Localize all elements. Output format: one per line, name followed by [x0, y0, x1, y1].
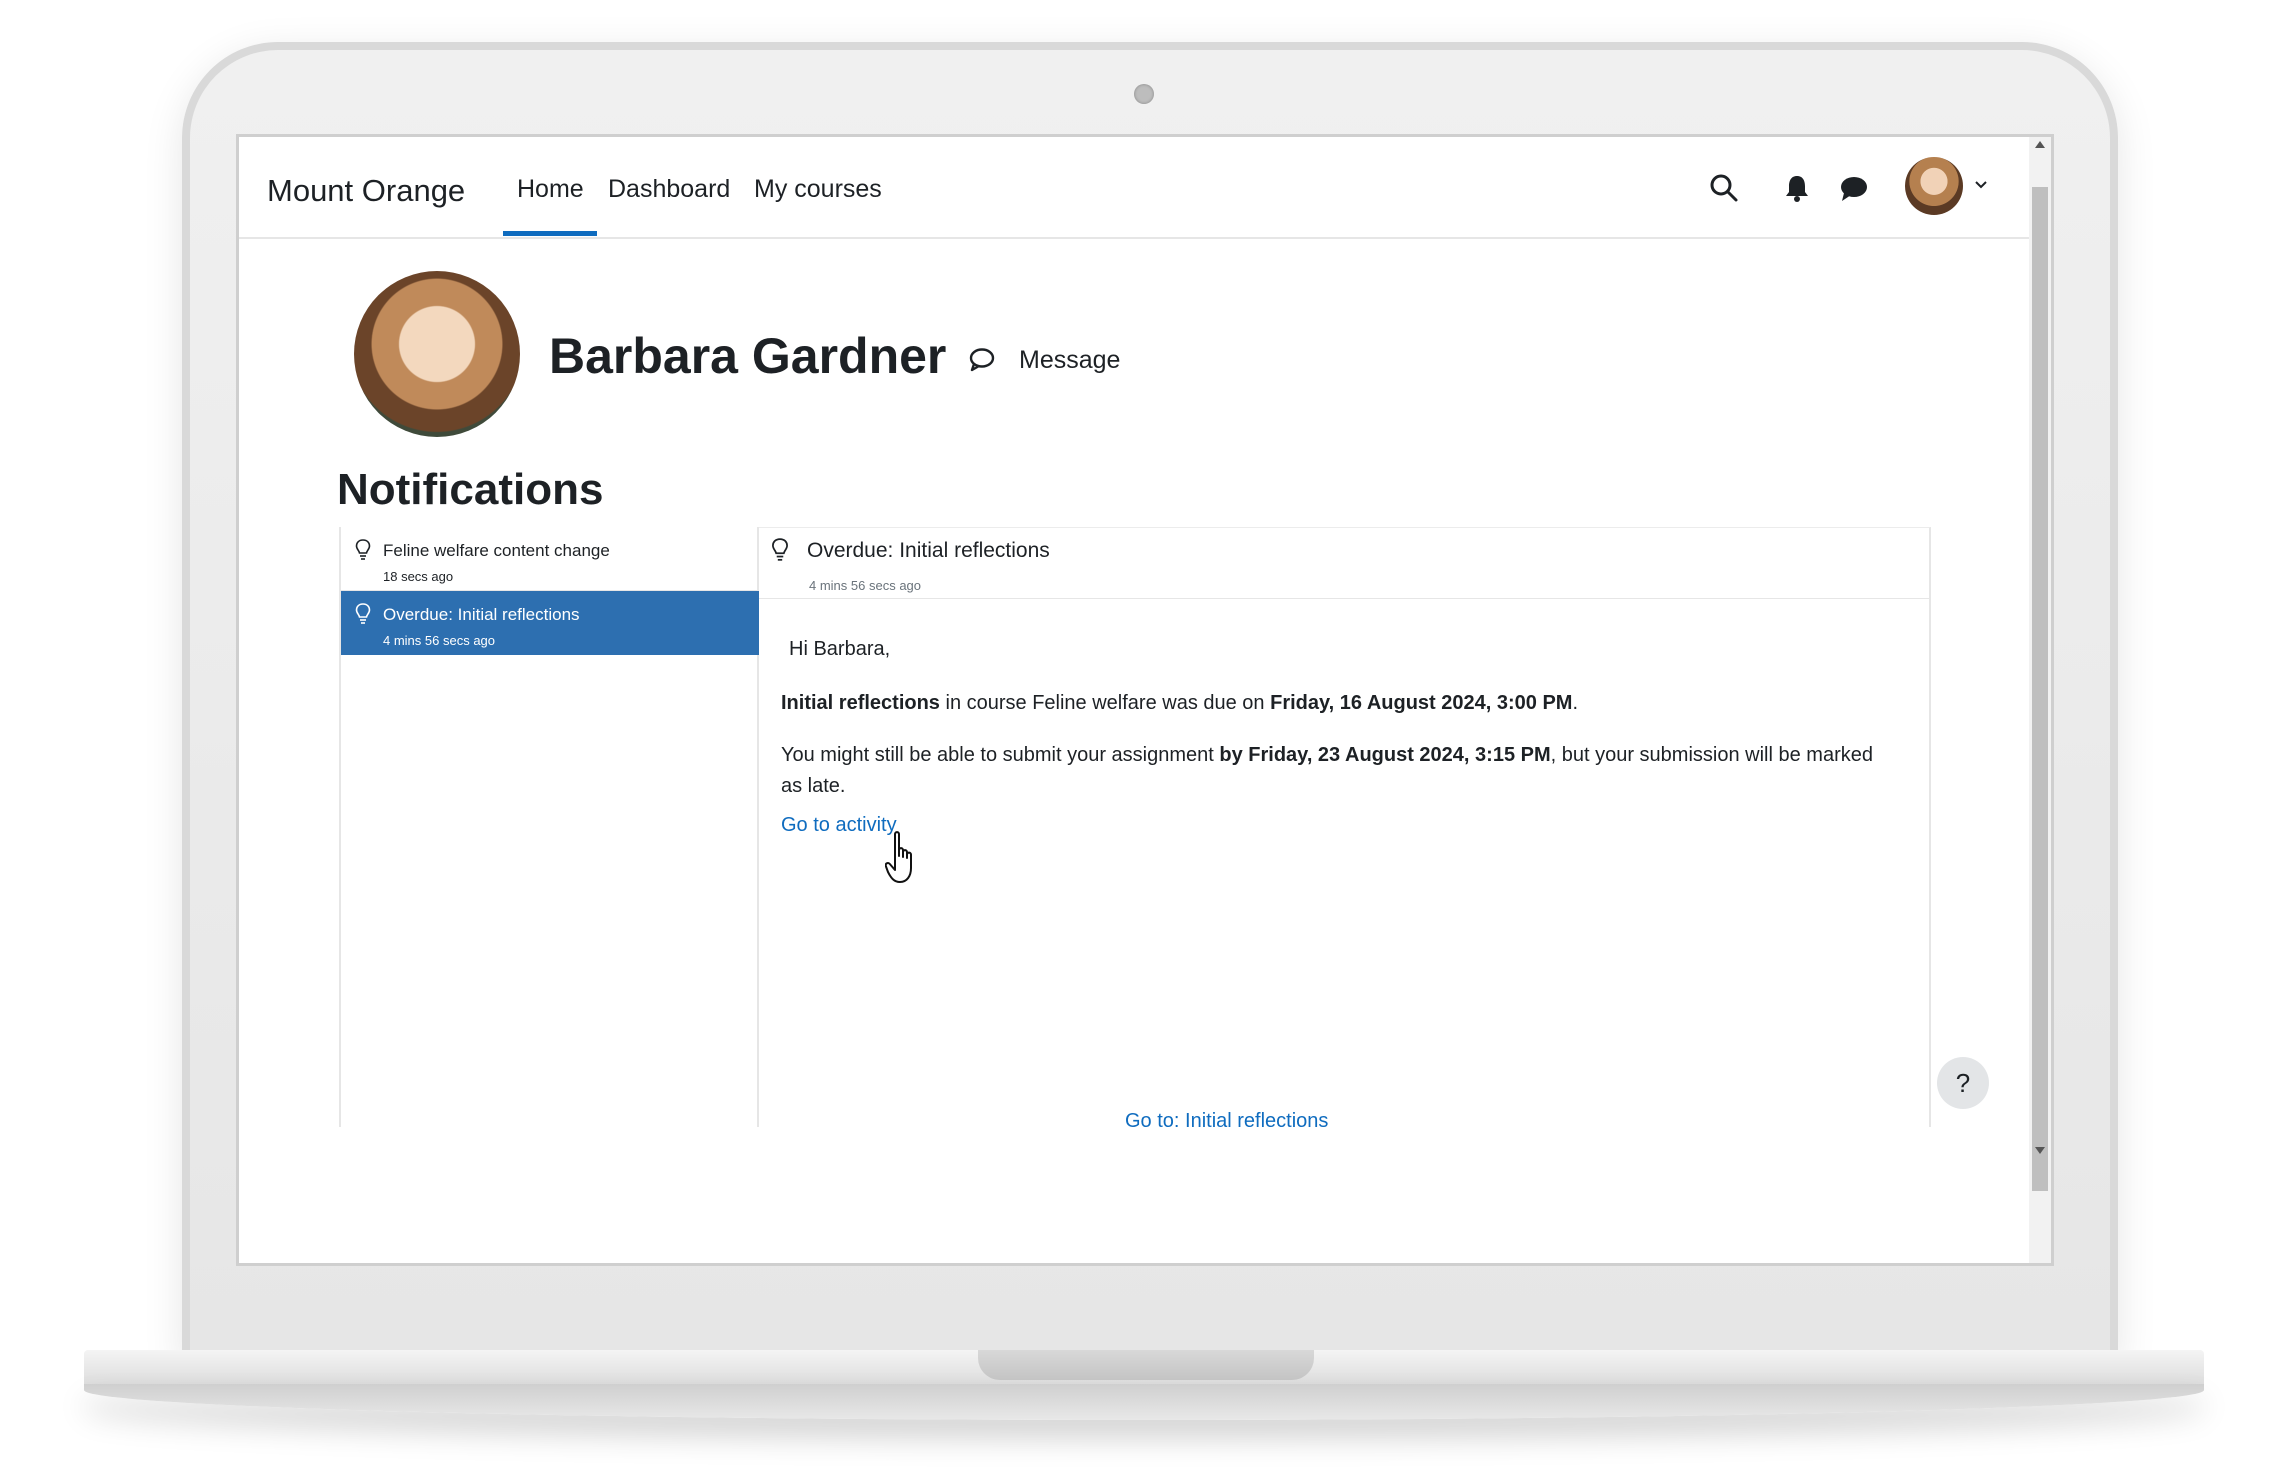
nav-home[interactable]: Home: [517, 175, 584, 204]
bell-icon[interactable]: [1783, 173, 1811, 203]
due-date-paragraph: Initial reflections in course Feline wel…: [781, 688, 1891, 719]
message-greeting: Hi Barbara,: [789, 638, 891, 660]
notification-item-selected[interactable]: Overdue: Initial reflections 4 mins 56 s…: [341, 591, 759, 655]
scroll-down-arrow[interactable]: [2035, 1147, 2045, 1154]
late-deadline: by Friday, 23 August 2024, 3:15 PM: [1219, 744, 1551, 766]
notification-title: Overdue: Initial reflections: [383, 605, 580, 624]
search-icon[interactable]: [1709, 173, 1739, 203]
chevron-down-icon[interactable]: [1973, 177, 1989, 193]
late-text-start: You might still be able to submit your a…: [781, 744, 1220, 766]
notification-time: 18 secs ago: [383, 569, 454, 584]
go-to-initial-reflections-link[interactable]: Go to: Initial reflections: [1125, 1110, 1328, 1133]
notification-title: Feline welfare content change: [383, 541, 610, 560]
notification-item[interactable]: Feline welfare content change 18 secs ag…: [341, 527, 759, 591]
detail-title: Overdue: Initial reflections: [807, 539, 1050, 562]
detail-time: 4 mins 56 secs ago: [809, 578, 922, 593]
nav-my-courses[interactable]: My courses: [754, 175, 882, 204]
nav-active-indicator: [503, 231, 597, 236]
profile-name: Barbara Gardner: [549, 328, 947, 384]
page-title: Notifications: [337, 465, 604, 514]
due-date: Friday, 16 August 2024, 3:00 PM: [1270, 692, 1573, 714]
message-button[interactable]: Message: [967, 343, 1120, 377]
due-end: .: [1572, 692, 1579, 714]
notification-list: Feline welfare content change 18 secs ag…: [339, 527, 759, 1127]
notifications-panel: Feline welfare content change 18 secs ag…: [339, 527, 1931, 1132]
screen: Mount Orange Home Dashboard My courses B…: [236, 134, 2054, 1266]
chat-icon[interactable]: [1839, 175, 1869, 203]
scroll-thumb[interactable]: [2032, 187, 2048, 1191]
help-button[interactable]: ?: [1937, 1057, 1989, 1109]
camera: [1134, 84, 1154, 104]
site-name[interactable]: Mount Orange: [267, 173, 465, 209]
message-label: Message: [1019, 345, 1121, 374]
scroll-up-arrow[interactable]: [2035, 141, 2045, 148]
laptop-base-edge: [84, 1384, 2204, 1420]
nav-dashboard[interactable]: Dashboard: [608, 175, 730, 204]
lightbulb-icon: [355, 603, 371, 624]
lightbulb-icon: [355, 539, 371, 560]
detail-header: Overdue: Initial reflections 4 mins 56 s…: [759, 528, 1929, 599]
laptop-notch: [978, 1350, 1314, 1380]
hand-cursor-icon: [885, 831, 912, 883]
notification-time: 4 mins 56 secs ago: [383, 633, 496, 648]
go-to-activity-link[interactable]: Go to activity: [781, 814, 897, 837]
top-navbar: Mount Orange Home Dashboard My courses: [239, 137, 2029, 239]
profile-avatar: [354, 271, 520, 437]
due-text: in course Feline welfare was due on: [939, 692, 1271, 714]
late-submission-paragraph: You might still be able to submit your a…: [781, 740, 1891, 802]
activity-name: Initial reflections: [781, 692, 940, 714]
notification-detail: Overdue: Initial reflections 4 mins 56 s…: [759, 527, 1931, 1132]
user-avatar[interactable]: [1905, 157, 1963, 215]
message-icon: [969, 348, 995, 372]
scrollbar[interactable]: [2029, 137, 2051, 1263]
lightbulb-icon: [772, 538, 788, 561]
